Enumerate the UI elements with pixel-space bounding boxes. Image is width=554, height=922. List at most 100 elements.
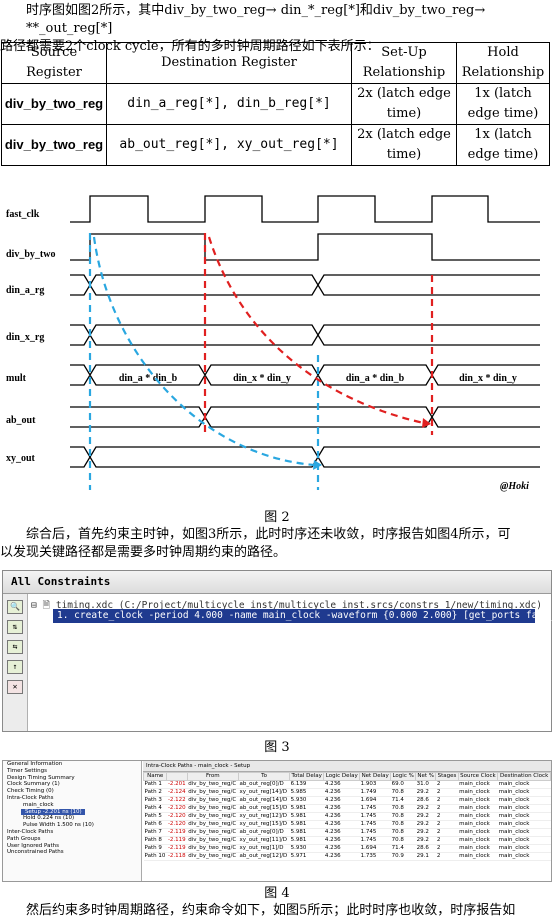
table-cell: 1.745 <box>359 820 391 829</box>
table-cell: main_clock <box>458 836 498 845</box>
table-cell: 2 <box>435 788 459 797</box>
constraints-toolbar: 🔍 ⇅ ⇆ ↑ ✕ <box>3 594 28 731</box>
table-cell: 5.981 <box>289 804 324 813</box>
table-cell: 4.236 <box>323 852 360 861</box>
summary-line-2: 以发现关键路径都是需要多时钟周期约束的路径。 <box>0 545 287 560</box>
cell-setup: 2x (latch edge time) <box>351 83 457 125</box>
table-cell: 70.8 <box>390 804 416 813</box>
delete-icon[interactable]: ✕ <box>7 680 23 694</box>
closing-paragraph: 然后约束多时钟周期路径，约束命令如下，如图5所示；此时时序也收敛，时序报告如 <box>0 902 554 920</box>
mult-label: din_x * din_y <box>459 373 517 384</box>
table-row: div_by_two_reg ab_out_reg[*], xy_out_reg… <box>1 124 550 166</box>
column-header[interactable]: Logic % <box>390 772 417 781</box>
signal-label-din-a-rg: din_a_rg <box>6 285 44 296</box>
constraint-row-selected[interactable]: 1. create_clock -period 4.000 -name main… <box>53 609 554 623</box>
column-header[interactable]: Name <box>142 772 168 781</box>
table-row[interactable]: Path 5 -2.120 div_by_two_reg/C xy_out_reg[1… <box>143 812 551 821</box>
figure-4-caption: 图 4 <box>264 886 290 901</box>
tree-item[interactable]: main_clock <box>3 802 141 809</box>
table-cell: main_clock <box>497 828 551 837</box>
table-cell: div_by_two_reg/C <box>187 852 239 861</box>
table-cell: 2 <box>435 836 459 845</box>
table-cell: 1.694 <box>359 796 391 805</box>
table-row[interactable]: Path 6 -2.120 div_by_two_reg/C xy_out_reg[1… <box>143 820 551 829</box>
table-row[interactable]: Path 9 -2.119 div_by_two_reg/C xy_out_reg[1… <box>143 844 551 853</box>
column-header[interactable]: Logic Delay <box>323 772 361 781</box>
table-cell: 29.2 <box>415 804 436 813</box>
table-row[interactable]: Path 4 -2.120 div_by_two_reg/C ab_out_reg[1… <box>143 804 551 813</box>
table-cell: main_clock <box>458 844 498 853</box>
table-row[interactable]: Path 3 -2.122 div_by_two_reg/C ab_out_reg[1… <box>143 796 551 805</box>
tree-item[interactable]: General Information <box>3 761 141 768</box>
column-header[interactable]: Net % <box>415 772 437 781</box>
column-header[interactable]: Stages <box>435 772 459 781</box>
summary-paragraph: 综合后，首先约束主时钟，如图3所示，此时时序还未收敛，时序报告如图4所示，可 以… <box>0 526 554 562</box>
column-header[interactable]: Source Clock <box>457 772 499 781</box>
table-cell: 5.981 <box>289 820 324 829</box>
cell-destination: ab_out_reg[*], xy_out_reg[*] <box>106 124 352 166</box>
xy-out-wave <box>70 446 540 468</box>
table-cell: 5.985 <box>289 788 324 797</box>
tree-item[interactable]: Check Timing (0) <box>3 788 141 795</box>
tree-item[interactable]: Setup -2.201 ns (10) <box>21 808 85 816</box>
table-cell: main_clock <box>497 820 551 829</box>
tree-item[interactable]: Design Timing Summary <box>3 775 141 782</box>
table-cell: 1.745 <box>359 836 391 845</box>
search-icon[interactable]: 🔍 <box>7 600 23 614</box>
signal-label-div-by-two: div_by_two <box>6 249 55 260</box>
table-row[interactable]: Path 2 -2.124 div_by_two_reg/C xy_out_reg[1… <box>143 788 551 797</box>
move-up-icon[interactable]: ↑ <box>7 660 23 674</box>
tree-item[interactable]: User Ignored Paths <box>3 843 141 850</box>
table-row[interactable]: Path 10 -2.118 div_by_two_reg/C ab_out_reg[… <box>143 852 551 861</box>
table-cell: 5.971 <box>289 852 324 861</box>
column-header[interactable]: Destination Clock <box>497 772 551 781</box>
column-header[interactable]: Total Delay <box>289 772 325 781</box>
tree-item[interactable]: Pulse Width 1.500 ns (10) <box>3 822 141 829</box>
table-cell: main_clock <box>458 828 498 837</box>
table-cell: 31.0 <box>415 780 436 789</box>
table-cell: 1.694 <box>359 844 391 853</box>
table-cell: 4.236 <box>323 828 360 837</box>
column-header[interactable]: Net Delay <box>359 772 392 781</box>
mult-label: din_a * din_b <box>119 373 178 384</box>
tree-item[interactable]: Timer Settings <box>3 768 141 775</box>
table-cell: 4.236 <box>323 812 360 821</box>
fast-clk-wave <box>70 195 540 223</box>
table-cell: 4.236 <box>323 788 360 797</box>
mult-label: din_x * din_y <box>233 373 291 384</box>
table-cell: -2.118 <box>166 852 188 861</box>
table-cell: div_by_two_reg/C <box>187 788 239 797</box>
table-cell: Path 2 <box>143 788 167 797</box>
collapse-toggle-icon[interactable]: ⊟ <box>31 600 37 611</box>
column-header[interactable]: To <box>238 772 291 781</box>
table-cell: -2.119 <box>166 844 188 853</box>
tree-item[interactable]: Path Groups <box>3 836 141 843</box>
tree-item[interactable]: Unconstrained Paths <box>3 849 141 856</box>
table-cell: 2 <box>435 844 459 853</box>
tree-item[interactable]: Clock Summary (1) <box>3 781 141 788</box>
table-cell: 5.930 <box>289 844 324 853</box>
table-cell: -2.119 <box>166 828 188 837</box>
table-row[interactable]: Path 1 -2.201 div_by_two_reg/C ab_out_reg[0… <box>143 780 551 789</box>
table-cell: 4.236 <box>323 796 360 805</box>
table-cell: div_by_two_reg/C <box>187 780 239 789</box>
table-cell: div_by_two_reg/C <box>187 828 239 837</box>
table-row[interactable]: Path 7 -2.119 div_by_two_reg/C ab_out_reg[0… <box>143 828 551 837</box>
table-cell: 29.2 <box>415 812 436 821</box>
table-cell: 4.236 <box>323 820 360 829</box>
tree-item[interactable]: Intra-Clock Paths <box>3 795 141 802</box>
table-cell: main_clock <box>458 820 498 829</box>
column-header[interactable] <box>166 772 188 781</box>
collapse-all-icon[interactable]: ⇆ <box>7 640 23 654</box>
expand-all-icon[interactable]: ⇅ <box>7 620 23 634</box>
paths-title: Intra-Clock Paths - main_clock - Setup <box>143 761 551 772</box>
tree-item[interactable]: Inter-Clock Paths <box>3 829 141 836</box>
table-cell: 29.2 <box>415 828 436 837</box>
table-cell: main_clock <box>497 788 551 797</box>
column-header[interactable]: From <box>186 772 240 781</box>
table-cell: Path 3 <box>143 796 167 805</box>
tree-item[interactable]: Hold 0.224 ns (10) <box>3 815 141 822</box>
table-row[interactable]: Path 8 -2.119 div_by_two_reg/C xy_out_reg[1… <box>143 836 551 845</box>
table-cell: main_clock <box>497 804 551 813</box>
table-cell: 29.2 <box>415 820 436 829</box>
